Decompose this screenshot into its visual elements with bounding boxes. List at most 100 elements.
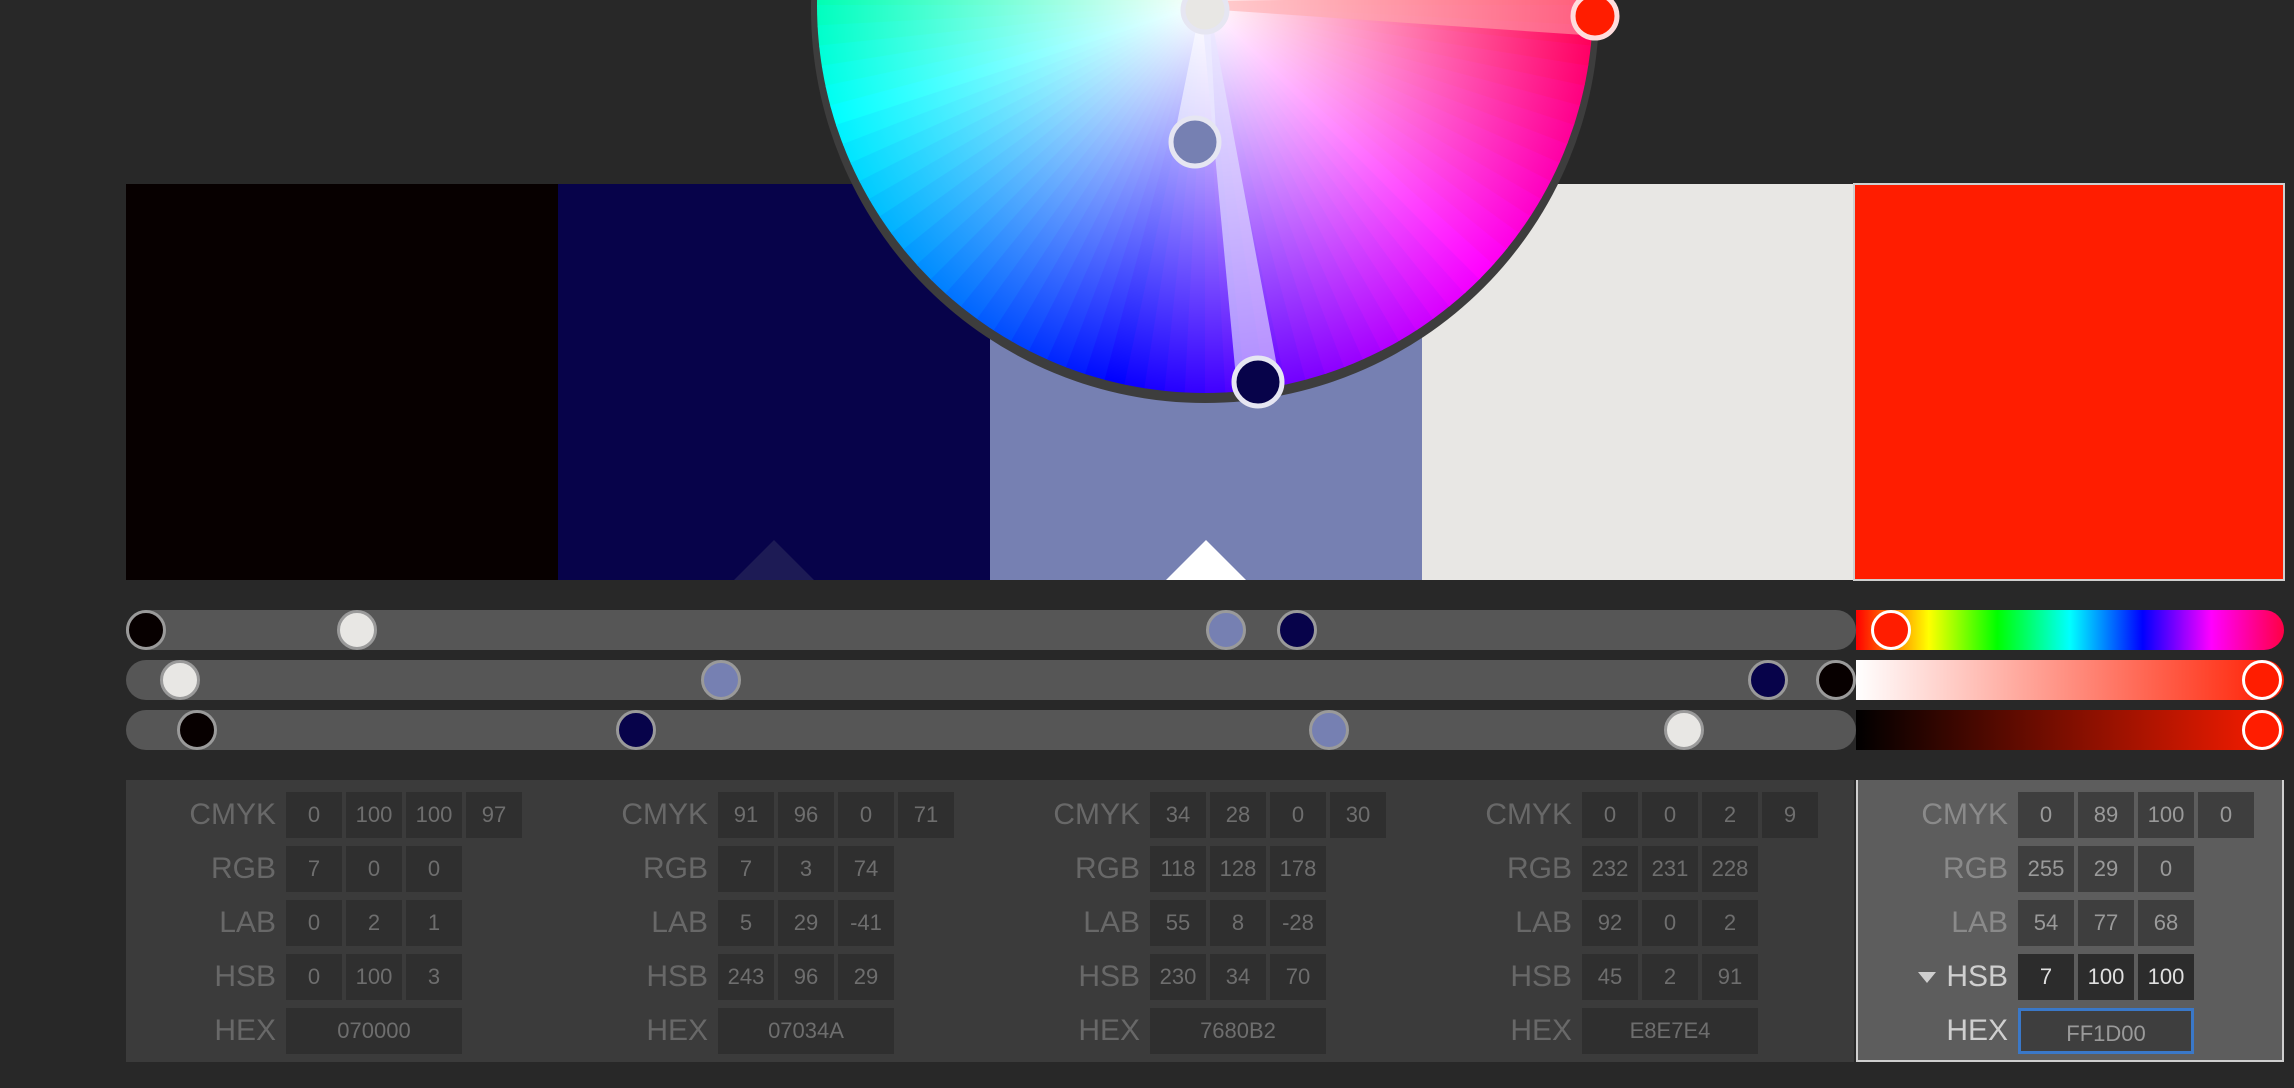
hex-field[interactable]: 07034A [718, 1008, 894, 1054]
swatch-3[interactable] [990, 184, 1422, 580]
cmyk-value-field[interactable]: 91 [718, 792, 774, 838]
hsb-value-field[interactable]: 70 [1270, 954, 1326, 1000]
brightness-slider-thumb-2[interactable] [616, 710, 657, 750]
rgb-value-field[interactable]: 74 [838, 846, 894, 892]
saturation-slider-thumb-1[interactable] [1816, 660, 1856, 700]
lab-value-field[interactable]: 2 [346, 900, 402, 946]
hsb-value-field[interactable]: 243 [718, 954, 774, 1000]
swatch-2-marker-icon[interactable] [734, 540, 814, 580]
lab-value-field[interactable]: 55 [1150, 900, 1206, 946]
rgb-value-field[interactable]: 232 [1582, 846, 1638, 892]
hsb-value-field[interactable]: 3 [406, 954, 462, 1000]
rgb-value-field[interactable]: 228 [1702, 846, 1758, 892]
cmyk-value-field[interactable]: 34 [1150, 792, 1206, 838]
lab-value-field[interactable]: 5 [718, 900, 774, 946]
cmyk-value-field[interactable]: 30 [1330, 792, 1386, 838]
lab-value-field[interactable]: 0 [1642, 900, 1698, 946]
rgb-value-field[interactable]: 0 [406, 846, 462, 892]
cmyk-value-field[interactable]: 9 [1762, 792, 1818, 838]
cmyk-value-field[interactable]: 0 [1270, 792, 1326, 838]
cmyk-value-field[interactable]: 0 [286, 792, 342, 838]
cmyk-value-field[interactable]: 0 [838, 792, 894, 838]
rgb-value-field[interactable]: 128 [1210, 846, 1266, 892]
hsb-value-field[interactable]: 0 [286, 954, 342, 1000]
hsb-value-field[interactable]: 34 [1210, 954, 1266, 1000]
cmyk-value-field[interactable]: 0 [1582, 792, 1638, 838]
saturation-slider-thumb-4[interactable] [159, 660, 200, 700]
cmyk-value-field[interactable]: 0 [2198, 792, 2254, 838]
rgb-value-field[interactable]: 0 [346, 846, 402, 892]
slider-track-hue[interactable] [126, 610, 1856, 650]
cmyk-value-field[interactable]: 2 [1702, 792, 1758, 838]
cmyk-value-field[interactable]: 89 [2078, 792, 2134, 838]
hsb-value-field[interactable]: 96 [778, 954, 834, 1000]
brightness-slider-thumb-1[interactable] [176, 710, 217, 750]
lab-value-field[interactable]: 2 [1702, 900, 1758, 946]
hex-field[interactable]: E8E7E4 [1582, 1008, 1758, 1054]
rgb-value-field[interactable]: 3 [778, 846, 834, 892]
saturation-slider-thumb-3[interactable] [700, 660, 741, 700]
cmyk-value-field[interactable]: 71 [898, 792, 954, 838]
hue-slider-thumb-2[interactable] [1276, 610, 1317, 650]
selected-hue-bar[interactable] [1856, 610, 2284, 650]
hsb-value-field[interactable]: 29 [838, 954, 894, 1000]
hsb-value-field[interactable]: 91 [1702, 954, 1758, 1000]
cmyk-value-field[interactable]: 100 [346, 792, 402, 838]
lab-value-field[interactable]: 8 [1210, 900, 1266, 946]
hue-slider-thumb-4[interactable] [337, 610, 378, 650]
cmyk-value-field[interactable]: 96 [778, 792, 834, 838]
hsb-value-field[interactable]: 100 [346, 954, 402, 1000]
wheel-handle-selected[interactable] [1570, 0, 1620, 41]
selected-saturation-bar[interactable] [1856, 660, 2284, 700]
rgb-value-field[interactable]: 29 [2078, 846, 2134, 892]
swatch-2[interactable] [558, 184, 990, 580]
wheel-handle-2[interactable] [1231, 355, 1285, 409]
hsb-value-field[interactable]: 2 [1642, 954, 1698, 1000]
hsb-value-field[interactable]: 230 [1150, 954, 1206, 1000]
base-color-marker-icon[interactable] [1166, 540, 1246, 580]
selected-hue-thumb[interactable] [1871, 610, 1912, 650]
lab-value-field[interactable]: -41 [838, 900, 894, 946]
cmyk-value-field[interactable]: 97 [466, 792, 522, 838]
swatch-4[interactable] [1422, 184, 1854, 580]
rgb-value-field[interactable]: 7 [718, 846, 774, 892]
rgb-value-field[interactable]: 118 [1150, 846, 1206, 892]
hsb-value-field[interactable]: 7 [2018, 954, 2074, 1000]
lab-value-field[interactable]: 1 [406, 900, 462, 946]
hsb-value-field[interactable]: 100 [2138, 954, 2194, 1000]
slider-track-saturation[interactable] [126, 660, 1856, 700]
wheel-handle-4[interactable] [1180, 0, 1230, 35]
swatch-5-selected[interactable] [1853, 183, 2285, 581]
color-mode-dropdown-icon[interactable] [1918, 972, 1936, 983]
cmyk-value-field[interactable]: 0 [2018, 792, 2074, 838]
rgb-value-field[interactable]: 231 [1642, 846, 1698, 892]
lab-value-field[interactable]: -28 [1270, 900, 1326, 946]
hex-field[interactable]: 070000 [286, 1008, 462, 1054]
slider-track-brightness[interactable] [126, 710, 1856, 750]
selected-saturation-thumb[interactable] [2242, 660, 2282, 700]
hue-slider-thumb-1[interactable] [126, 610, 166, 650]
lab-value-field[interactable]: 0 [286, 900, 342, 946]
hex-field[interactable]: FF1D00 [2018, 1008, 2194, 1054]
cmyk-value-field[interactable]: 28 [1210, 792, 1266, 838]
rgb-value-field[interactable]: 255 [2018, 846, 2074, 892]
lab-value-field[interactable]: 29 [778, 900, 834, 946]
lab-value-field[interactable]: 68 [2138, 900, 2194, 946]
rgb-value-field[interactable]: 0 [2138, 846, 2194, 892]
lab-value-field[interactable]: 77 [2078, 900, 2134, 946]
swatch-1[interactable] [126, 184, 558, 580]
hsb-value-field[interactable]: 100 [2078, 954, 2134, 1000]
lab-value-field[interactable]: 54 [2018, 900, 2074, 946]
brightness-slider-thumb-4[interactable] [1663, 710, 1704, 750]
hue-slider-thumb-3[interactable] [1205, 610, 1246, 650]
brightness-slider-thumb-3[interactable] [1309, 710, 1349, 750]
cmyk-value-field[interactable]: 100 [2138, 792, 2194, 838]
selected-brightness-thumb[interactable] [2242, 710, 2282, 750]
hsb-value-field[interactable]: 45 [1582, 954, 1638, 1000]
selected-brightness-bar[interactable] [1856, 710, 2284, 750]
rgb-value-field[interactable]: 178 [1270, 846, 1326, 892]
wheel-handle-base[interactable] [1168, 115, 1222, 169]
cmyk-value-field[interactable]: 0 [1642, 792, 1698, 838]
rgb-value-field[interactable]: 7 [286, 846, 342, 892]
hex-field[interactable]: 7680B2 [1150, 1008, 1326, 1054]
